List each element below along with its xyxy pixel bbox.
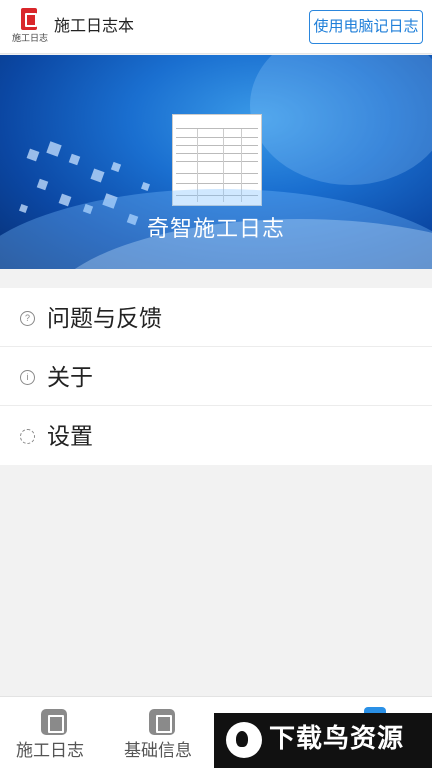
banner-glow	[250, 55, 432, 185]
menu-item-feedback[interactable]: ? 问题与反馈	[0, 288, 432, 347]
banner-cube	[36, 178, 49, 191]
nav-item-label: 施工日志	[16, 741, 84, 760]
question-icon: ?	[20, 311, 35, 326]
banner-cube	[141, 182, 150, 191]
app-header: 施工日志 施工日志本 使用电脑记日志	[0, 0, 432, 54]
app-logo: 施工日志	[12, 8, 49, 44]
nav-item-construction-log[interactable]: 施工日志	[0, 697, 108, 768]
document-rule	[176, 183, 258, 184]
menu-item-settings[interactable]: 设置	[0, 406, 432, 465]
document-rule	[176, 145, 258, 146]
document-rule	[176, 137, 258, 138]
nav-item-label: 基础信息	[124, 741, 192, 760]
nav-item-basic-info[interactable]: 基础信息	[108, 697, 216, 768]
banner-cube	[19, 204, 28, 213]
document-rule	[176, 128, 258, 129]
gear-icon	[20, 429, 35, 444]
settings-menu: ? 问题与反馈 i 关于 设置	[0, 288, 432, 465]
app-title: 施工日志本	[54, 18, 135, 35]
logo-text: 施工日志	[12, 33, 49, 43]
document-rule	[176, 173, 258, 174]
log-icon	[41, 709, 67, 735]
banner-cube	[46, 141, 62, 157]
banner-cube	[110, 161, 122, 173]
menu-item-label: 设置	[47, 423, 93, 449]
document-rule	[176, 161, 258, 162]
watermark: 下载鸟资源	[214, 713, 432, 768]
books-icon	[149, 709, 175, 735]
menu-item-label: 关于	[47, 364, 93, 390]
watermark-text: 下载鸟资源	[269, 723, 405, 753]
info-icon: i	[20, 370, 35, 385]
banner-title: 奇智施工日志	[146, 216, 285, 241]
logo-mark-icon	[21, 8, 37, 30]
menu-item-label: 问题与反馈	[47, 305, 162, 331]
bird-logo-icon	[226, 722, 262, 758]
banner-cube	[26, 148, 40, 162]
menu-item-about[interactable]: i 关于	[0, 347, 432, 406]
banner-cube	[90, 168, 105, 183]
banner-cube	[68, 153, 81, 166]
banner-cube	[58, 193, 72, 207]
document-rule	[176, 153, 258, 154]
use-pc-button[interactable]: 使用电脑记日志	[309, 10, 423, 44]
hero-banner: 奇智施工日志	[0, 55, 432, 269]
